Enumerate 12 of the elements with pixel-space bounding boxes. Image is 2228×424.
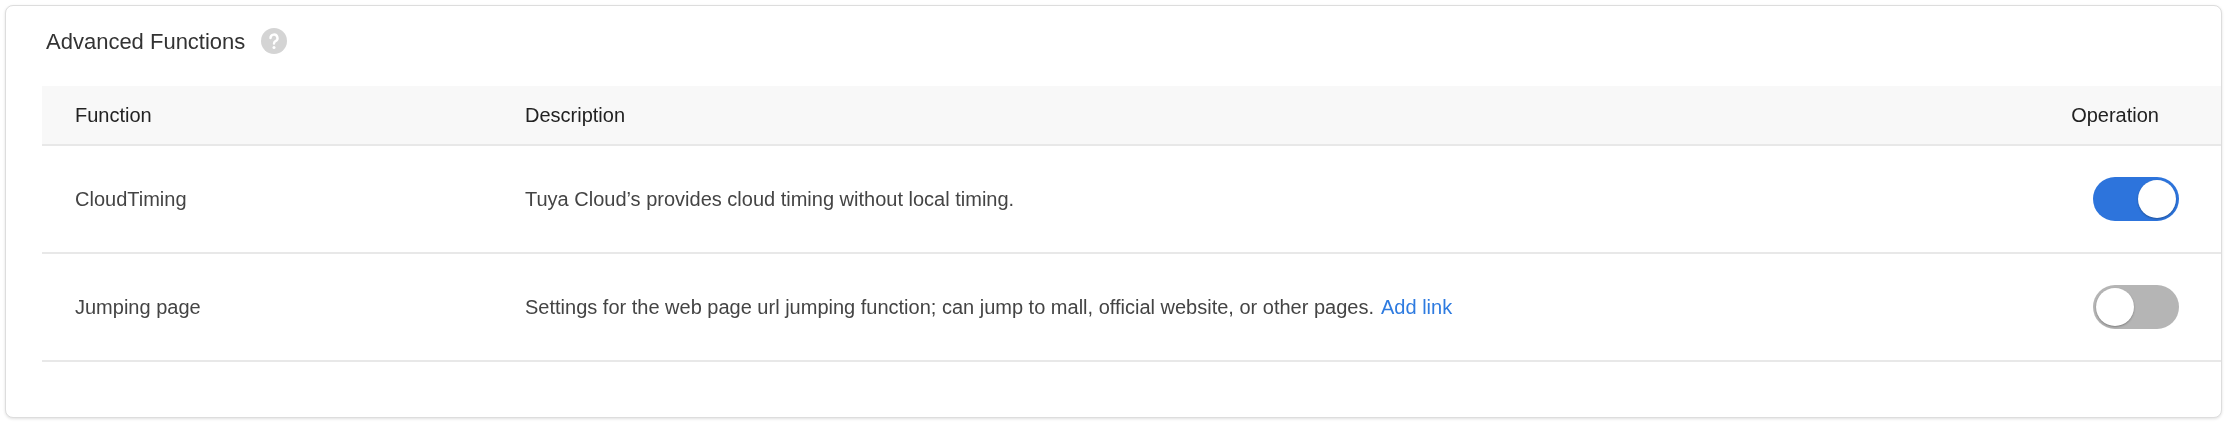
help-icon[interactable] bbox=[261, 28, 288, 54]
description-text: Tuya Cloud’s provides cloud timing without local timing. bbox=[525, 187, 1015, 210]
table-cell-text: CloudTiming bbox=[74, 187, 188, 211]
add-link[interactable]: Add link bbox=[1381, 295, 1453, 318]
column-header: Function bbox=[74, 103, 153, 127]
section-title: Advanced Functions bbox=[46, 29, 246, 55]
table-cell-text: Jumping page bbox=[74, 295, 202, 319]
toggle-switch[interactable] bbox=[2093, 177, 2179, 221]
description-text: Settings for the web page url jumping function; can jump to mall, official website, or other pages. bbox=[525, 295, 1374, 318]
toggle-switch[interactable] bbox=[2093, 285, 2179, 329]
column-header: Operation bbox=[2070, 103, 2160, 127]
column-header: Description bbox=[525, 103, 627, 127]
